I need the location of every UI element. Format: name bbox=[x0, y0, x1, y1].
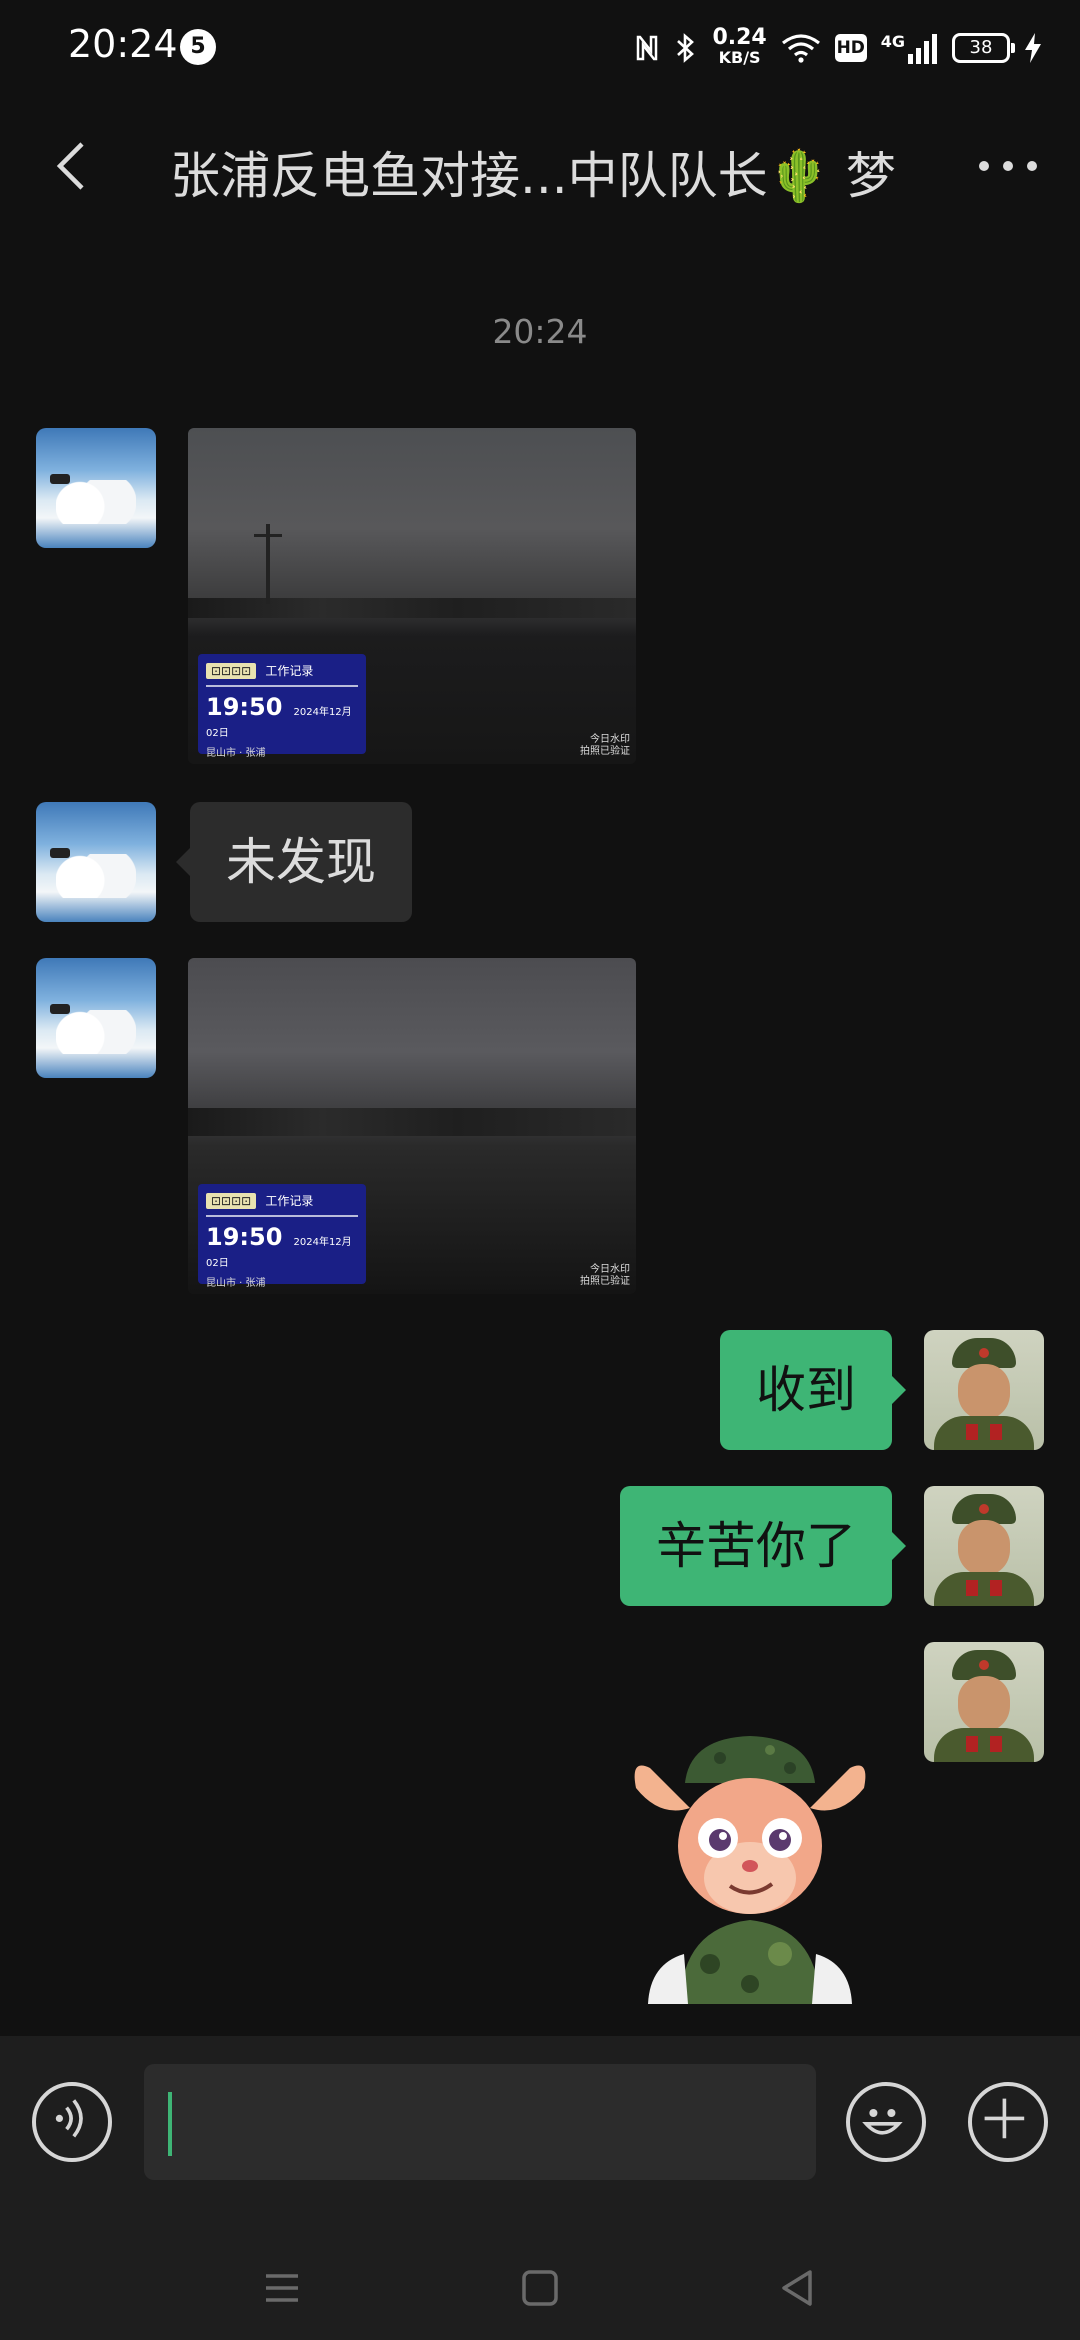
status-bar: 20:24 5 0.24 KB/S HD 4G 38 bbox=[0, 0, 1080, 96]
watermark-line-1: 今日水印 bbox=[590, 1264, 630, 1275]
watermark-line-2: 拍照已验证 bbox=[580, 1276, 630, 1287]
stamp-label: 工作记录 bbox=[265, 1194, 314, 1208]
stamp-time: 19:50 bbox=[206, 693, 283, 721]
voice-wave-icon bbox=[55, 2099, 83, 2138]
photo-horizon bbox=[188, 1108, 636, 1136]
cartoon-deer-sticker[interactable] bbox=[630, 1728, 870, 2004]
back-arrow-icon[interactable] bbox=[44, 136, 104, 196]
network-type: 4G bbox=[880, 32, 905, 51]
watermark-line-1: 今日水印 bbox=[590, 734, 630, 745]
photo-corner-watermark: 今日水印 拍照已验证 bbox=[580, 1264, 630, 1288]
chat-title[interactable]: 张浦反电鱼对接...中队队长🌵 梦 bbox=[170, 136, 910, 208]
contact-avatar[interactable] bbox=[36, 802, 156, 922]
bluetooth-icon bbox=[677, 33, 695, 63]
input-bar bbox=[0, 2036, 1080, 2236]
system-nav-bar bbox=[0, 2236, 1080, 2340]
speed-unit: KB/S bbox=[718, 48, 761, 67]
stamp-divider bbox=[206, 685, 358, 687]
photo-watermark-stamp: ⊡⊡⊡⊡ 工作记录 19:50 2024年12月02日 昆山市 · 张浦 bbox=[198, 654, 366, 759]
message-timestamp: 20:24 bbox=[492, 312, 588, 351]
notification-count-badge: 5 bbox=[180, 29, 216, 65]
signal-bars-icon bbox=[908, 34, 937, 64]
home-icon[interactable] bbox=[516, 2264, 564, 2312]
back-icon[interactable] bbox=[774, 2264, 822, 2312]
outgoing-text-bubble[interactable]: 收到 bbox=[720, 1330, 906, 1450]
watermark-line-2: 拍照已验证 bbox=[580, 746, 630, 757]
photo-horizon bbox=[188, 598, 636, 618]
chat-header: 张浦反电鱼对接...中队队长🌵 梦 bbox=[0, 96, 1080, 242]
contact-avatar[interactable] bbox=[36, 428, 156, 548]
stamp-label: 工作记录 bbox=[265, 664, 314, 678]
text-cursor bbox=[168, 2092, 172, 2156]
stamp-divider bbox=[206, 1215, 358, 1217]
my-avatar[interactable] bbox=[924, 1330, 1044, 1450]
charging-icon bbox=[1025, 33, 1041, 63]
photo-corner-watermark: 今日水印 拍照已验证 bbox=[580, 734, 630, 758]
image-message[interactable]: ⊡⊡⊡⊡ 工作记录 19:50 2024年12月02日 昆山市 · 张浦 今日水… bbox=[188, 958, 636, 1294]
menu-icon[interactable] bbox=[258, 2264, 306, 2312]
photo-watermark-stamp: ⊡⊡⊡⊡ 工作记录 19:50 2024年12月02日 昆山市 · 张浦 bbox=[198, 1184, 366, 1289]
my-avatar[interactable] bbox=[924, 1486, 1044, 1606]
plus-sign-icon bbox=[984, 2098, 1025, 2139]
stamp-time: 19:50 bbox=[206, 1223, 283, 1251]
plus-icon[interactable] bbox=[968, 2082, 1048, 2162]
stamp-location: 昆山市 · 张浦 bbox=[206, 748, 266, 759]
voice-icon[interactable] bbox=[32, 2082, 112, 2162]
signal-indicator: 4G bbox=[881, 32, 938, 64]
emoji-icon[interactable] bbox=[846, 2082, 926, 2162]
network-speed: 0.24 KB/S bbox=[712, 25, 767, 68]
stamp-tag: ⊡⊡⊡⊡ bbox=[206, 663, 257, 679]
speed-value: 0.24 bbox=[712, 25, 767, 50]
more-dots-icon[interactable] bbox=[974, 140, 1042, 192]
status-time: 20:24 bbox=[68, 22, 178, 66]
status-icons: 0.24 KB/S HD 4G 38 bbox=[634, 22, 1042, 74]
stamp-tag: ⊡⊡⊡⊡ bbox=[206, 1193, 257, 1209]
smiley-face-icon bbox=[862, 2108, 903, 2135]
battery-level: 38 bbox=[952, 33, 1015, 63]
incoming-text-bubble[interactable]: 未发现 bbox=[176, 802, 412, 922]
hd-badge: HD bbox=[834, 34, 867, 62]
nfc-icon bbox=[637, 35, 658, 61]
message-input[interactable] bbox=[144, 2064, 816, 2180]
wifi-icon bbox=[781, 34, 820, 63]
contact-avatar[interactable] bbox=[36, 958, 156, 1078]
stamp-location: 昆山市 · 张浦 bbox=[206, 1278, 266, 1289]
image-message[interactable]: ⊡⊡⊡⊡ 工作记录 19:50 2024年12月02日 昆山市 · 张浦 今日水… bbox=[188, 428, 636, 764]
photo-power-tower bbox=[254, 524, 282, 604]
outgoing-text-bubble[interactable]: 辛苦你了 bbox=[620, 1486, 906, 1606]
my-avatar[interactable] bbox=[924, 1642, 1044, 1762]
